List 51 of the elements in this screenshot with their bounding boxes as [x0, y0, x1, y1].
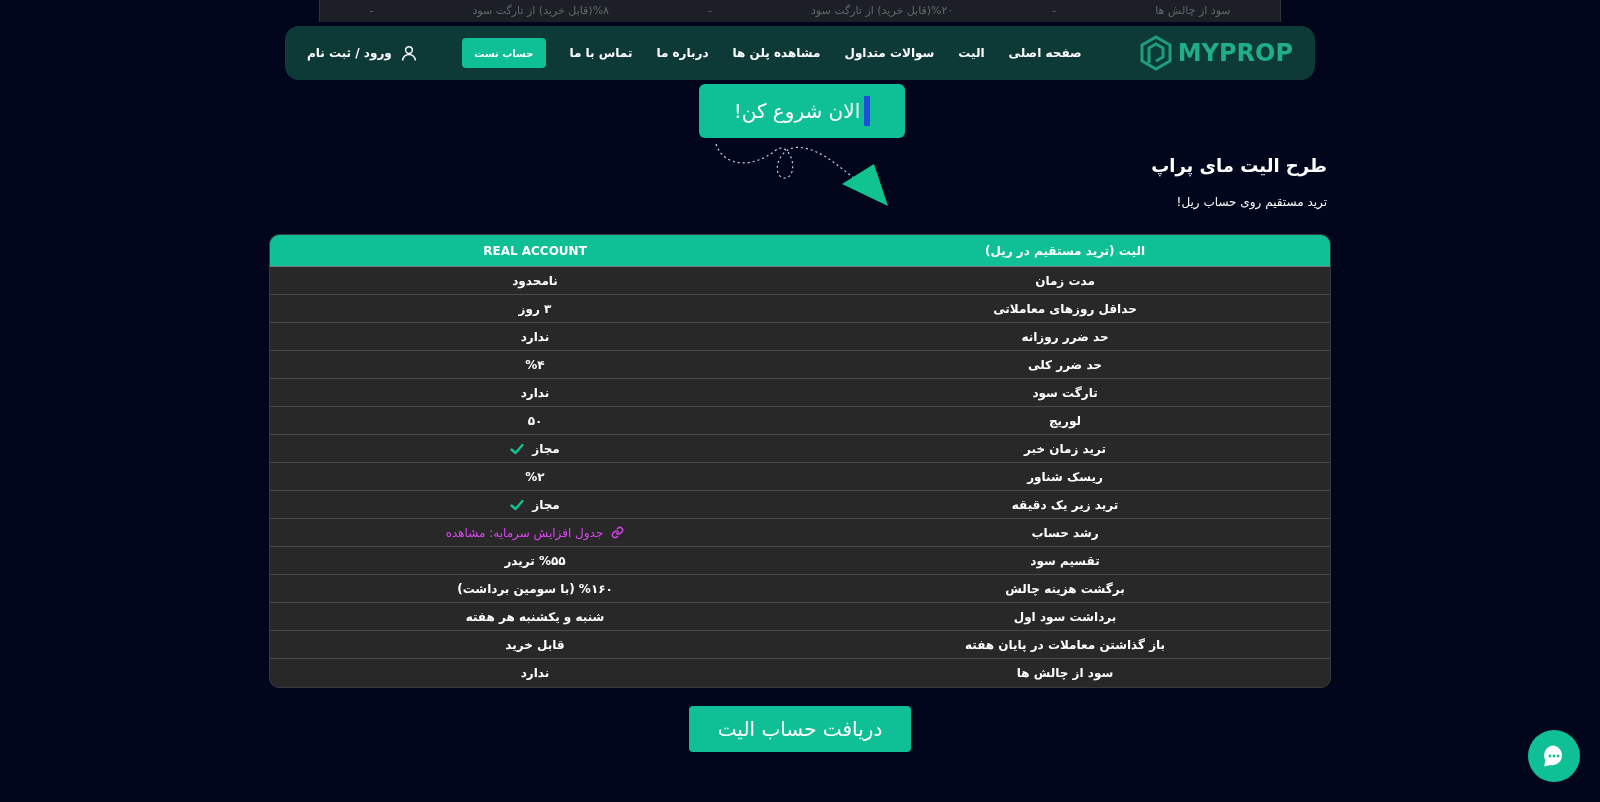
- row-label: ترید زیر یک دقیقه: [1011, 496, 1119, 514]
- nav-link[interactable]: تماس با ما: [569, 44, 633, 62]
- faded-cell-text: -: [369, 2, 374, 19]
- row-label: لوریج: [1048, 412, 1082, 430]
- value-text: نامحدود: [512, 272, 558, 290]
- capital-growth-link[interactable]: جدول افزایش سرمایه: مشاهده: [445, 523, 604, 542]
- row-label: حد ضرر کلی: [1028, 356, 1102, 374]
- row-label: تارگت سود: [1032, 384, 1098, 402]
- column-header: REAL ACCOUNT: [483, 242, 587, 260]
- nav-link[interactable]: الیت: [958, 44, 985, 62]
- row-label: تقسیم سود: [1030, 552, 1100, 570]
- text-cursor-icon: [864, 96, 871, 126]
- section-title: طرح الیت مای پراپ: [1151, 154, 1327, 179]
- row-label: حداقل روزهای معاملاتی: [993, 300, 1137, 318]
- value-text: قابل خرید: [505, 636, 565, 654]
- chat-button[interactable]: [1528, 730, 1580, 782]
- logo-text: MYPROP: [1177, 38, 1293, 69]
- value-text: ۳ روز: [518, 300, 552, 318]
- faded-cell-text: -: [1052, 2, 1057, 19]
- row-label: ریسک شناور: [1027, 468, 1103, 486]
- column-header: الیت (ترید مستقیم در ریل): [985, 242, 1145, 260]
- value-text: %۵۵ تریدر: [504, 552, 566, 570]
- value-text: %۱۶۰ (با سومین برداشت): [457, 580, 613, 598]
- user-icon: [399, 44, 418, 62]
- login-link[interactable]: ورود / ثبت نام: [307, 44, 418, 62]
- faded-cell-text: %۸(قابل خرید) از تارگت سود: [472, 2, 610, 19]
- value-text: ندارد: [520, 384, 550, 402]
- faded-cell-text: سود از چالش ها: [1155, 2, 1231, 19]
- nav-link[interactable]: درباره ما: [656, 44, 709, 62]
- row-label: ترید زمان خبر: [1024, 440, 1106, 458]
- row-label: باز گذاشتن معاملات در پایان هفته: [964, 636, 1166, 654]
- value-text: %۴: [525, 356, 545, 374]
- value-text: مجاز: [532, 496, 560, 514]
- value-text: %۲: [525, 468, 545, 486]
- row-label: سود از چالش ها: [1016, 665, 1114, 682]
- faded-cell-text: %۲۰(قابل خرید) از تارگت سود: [810, 2, 954, 19]
- value-text: مجاز: [532, 440, 560, 458]
- value-text: ندارد: [520, 665, 550, 682]
- value-text: ندارد: [520, 328, 550, 346]
- row-label: برداشت سود اول: [1013, 608, 1117, 626]
- faded-cell-text: -: [707, 2, 712, 19]
- nav-link[interactable]: صفحه اصلی: [1008, 44, 1082, 62]
- value-text: شنبه و یکشنبه هر هفته: [465, 608, 605, 626]
- value-text: ۵۰: [527, 412, 543, 430]
- row-label: حد ضرر روزانه: [1021, 328, 1109, 346]
- row-label: رشد حساب: [1031, 524, 1099, 542]
- row-label: مدت زمان: [1035, 272, 1095, 290]
- nav-link[interactable]: مشاهده پلن ها: [732, 44, 821, 62]
- nav-link[interactable]: سوالات متداول: [844, 44, 935, 62]
- section-subtitle: ترید مستقیم روی حساب ریل!: [1176, 194, 1327, 211]
- row-label: برگشت هزینه چالش: [1005, 580, 1125, 598]
